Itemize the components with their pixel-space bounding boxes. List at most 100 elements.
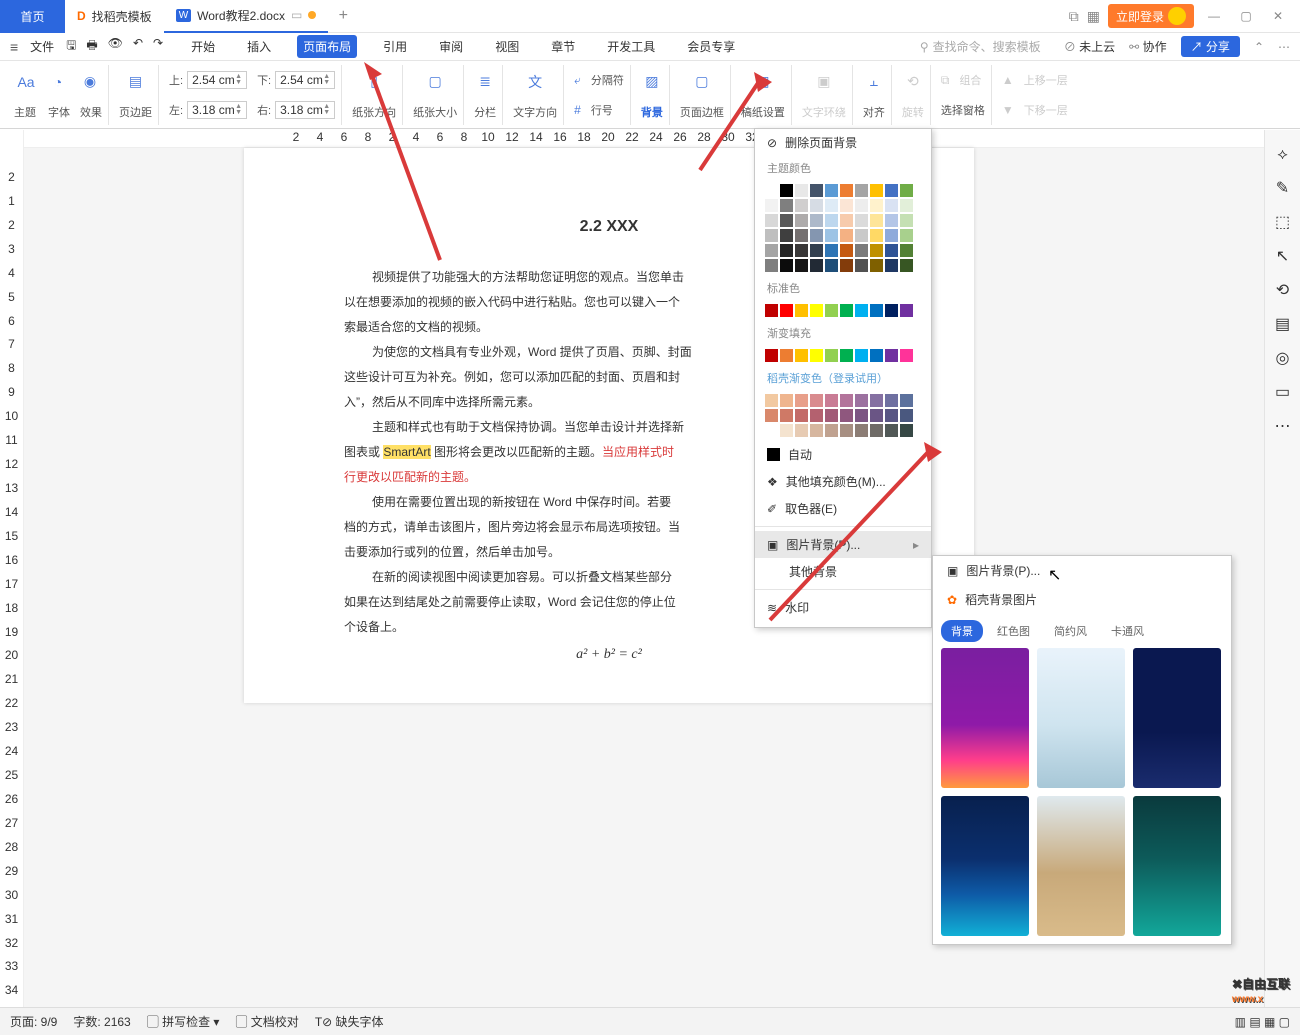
page-border-icon[interactable]: ▢ <box>691 71 713 93</box>
ribbon-tab-7[interactable]: 开发工具 <box>601 35 661 58</box>
breaks-label[interactable]: 分隔符 <box>591 72 624 88</box>
color-swatch[interactable] <box>840 184 853 197</box>
align-icon[interactable]: ⫠ <box>863 71 885 93</box>
background-icon[interactable]: ▨ <box>641 71 663 93</box>
bg-thumbnail[interactable] <box>941 796 1029 936</box>
text-direction-label[interactable]: 文字方向 <box>513 104 557 120</box>
color-swatch[interactable] <box>855 394 868 407</box>
color-swatch[interactable] <box>780 394 793 407</box>
tab-home[interactable]: 首页 <box>0 0 65 33</box>
sp-nav-icon[interactable]: ⟡ <box>1277 146 1288 164</box>
color-swatch[interactable] <box>855 409 868 422</box>
orientation-icon[interactable]: ▯ <box>363 71 385 93</box>
print-preview-icon[interactable]: 👁 <box>108 36 123 57</box>
background-label[interactable]: 背景 <box>641 104 663 120</box>
lineno-icon[interactable]: # <box>574 103 581 117</box>
breaks-icon[interactable]: ⤶ <box>574 73 581 88</box>
ribbon-tab-1[interactable]: 插入 <box>241 35 277 58</box>
color-swatch[interactable] <box>765 304 778 317</box>
color-swatch[interactable] <box>870 304 883 317</box>
color-swatch[interactable] <box>780 424 793 437</box>
paper-size-icon[interactable]: ▢ <box>424 71 446 93</box>
color-swatch[interactable] <box>765 394 778 407</box>
bg-thumbnail[interactable] <box>1037 796 1125 936</box>
color-swatch[interactable] <box>885 424 898 437</box>
page-border-label[interactable]: 页面边框 <box>680 104 724 120</box>
color-swatch[interactable] <box>825 349 838 362</box>
color-swatch[interactable] <box>825 259 838 272</box>
color-swatch[interactable] <box>765 409 778 422</box>
color-swatch[interactable] <box>855 349 868 362</box>
ribbon-toggle-icon[interactable]: ⌃ <box>1254 40 1264 54</box>
color-swatch[interactable] <box>825 409 838 422</box>
color-swatch[interactable] <box>870 244 883 257</box>
view-mode-icons[interactable]: ▥ ▤ ▦ ▢ <box>1235 1015 1290 1029</box>
theme-label[interactable]: 主题 <box>14 104 36 120</box>
color-swatch[interactable] <box>900 424 913 437</box>
color-swatch[interactable] <box>870 214 883 227</box>
bg-thumbnail[interactable] <box>1133 648 1221 788</box>
color-swatch[interactable] <box>900 214 913 227</box>
color-swatch[interactable] <box>840 394 853 407</box>
color-swatch[interactable] <box>825 184 838 197</box>
color-swatch[interactable] <box>765 184 778 197</box>
color-swatch[interactable] <box>795 199 808 212</box>
color-swatch[interactable] <box>870 424 883 437</box>
color-swatch[interactable] <box>870 184 883 197</box>
indent-right-input[interactable]: 3.18 cm▲▼ <box>275 101 335 119</box>
ribbon-tab-8[interactable]: 会员专享 <box>681 35 741 58</box>
color-swatch[interactable] <box>795 244 808 257</box>
sp-pen-icon[interactable]: ✎ <box>1276 178 1289 198</box>
sp-settings-icon[interactable]: ⟲ <box>1276 280 1289 300</box>
color-swatch[interactable] <box>810 349 823 362</box>
color-swatch[interactable] <box>900 229 913 242</box>
sp-location-icon[interactable]: ◎ <box>1276 348 1290 368</box>
color-swatch[interactable] <box>825 229 838 242</box>
color-swatch[interactable] <box>810 394 823 407</box>
bg-tab[interactable]: 背景 <box>941 620 983 642</box>
redo-icon[interactable]: ↷ <box>153 36 163 57</box>
color-swatch[interactable] <box>885 214 898 227</box>
color-swatch[interactable] <box>810 259 823 272</box>
color-swatch[interactable] <box>885 199 898 212</box>
color-swatch[interactable] <box>885 229 898 242</box>
indent-top-input[interactable]: 2.54 cm▲▼ <box>187 71 247 89</box>
color-swatch[interactable] <box>765 214 778 227</box>
remove-page-bg[interactable]: ⊘删除页面背景 <box>755 129 931 156</box>
color-swatch[interactable] <box>840 349 853 362</box>
color-swatch[interactable] <box>765 229 778 242</box>
color-swatch[interactable] <box>885 244 898 257</box>
color-swatch[interactable] <box>855 244 868 257</box>
text-direction-icon[interactable]: 文 <box>524 71 546 93</box>
color-swatch[interactable] <box>780 199 793 212</box>
color-swatch[interactable] <box>840 244 853 257</box>
theme-icon[interactable]: Aa <box>15 71 37 93</box>
color-swatch[interactable] <box>855 229 868 242</box>
color-swatch[interactable] <box>840 304 853 317</box>
color-swatch[interactable] <box>900 394 913 407</box>
color-swatch[interactable] <box>870 349 883 362</box>
status-proofing[interactable]: ▢ 文档校对 <box>235 1013 298 1030</box>
cloud-status[interactable]: ⊘ 未上云 <box>1064 38 1115 55</box>
undo-icon[interactable]: ↶ <box>133 36 143 57</box>
color-swatch[interactable] <box>780 244 793 257</box>
save-icon[interactable]: 🖫 <box>66 36 76 57</box>
color-swatch[interactable] <box>795 214 808 227</box>
grid-paper-icon[interactable]: ▦ <box>752 71 774 93</box>
picture-background-menu[interactable]: ▣图片背景(P)...▸ <box>755 531 931 558</box>
color-swatch[interactable] <box>765 424 778 437</box>
text-wrap-icon[interactable]: ▣ <box>813 71 835 93</box>
sp-clipboard-icon[interactable]: ▤ <box>1275 314 1290 334</box>
more-fill-colors[interactable]: ❖其他填充颜色(M)... <box>755 468 931 495</box>
indent-left-input[interactable]: 3.18 cm▲▼ <box>187 101 247 119</box>
color-swatch[interactable] <box>900 259 913 272</box>
window-layout-2-icon[interactable]: ▦ <box>1087 8 1100 25</box>
minimize-button[interactable]: — <box>1202 9 1226 23</box>
color-swatch[interactable] <box>810 229 823 242</box>
color-swatch[interactable] <box>885 184 898 197</box>
color-swatch[interactable] <box>780 214 793 227</box>
maximize-button[interactable]: ▢ <box>1234 9 1258 23</box>
orientation-label[interactable]: 纸张方向 <box>352 104 396 120</box>
share-button[interactable]: ↗ 分享 <box>1181 36 1240 57</box>
sp-more-icon[interactable]: ⋯ <box>1275 416 1291 436</box>
